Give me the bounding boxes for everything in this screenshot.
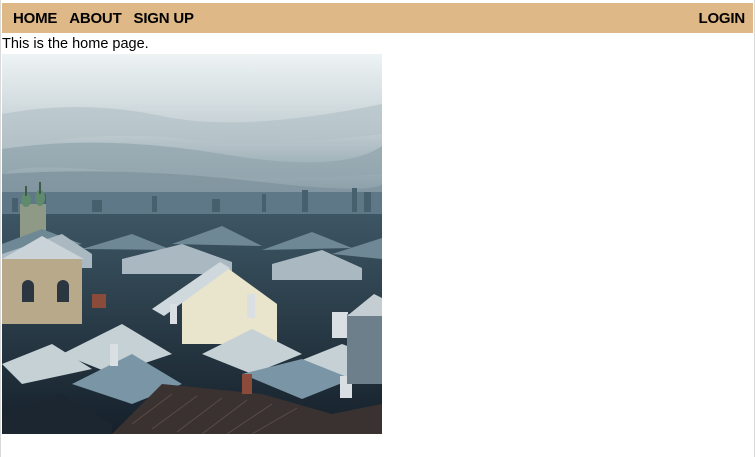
nav-left-group: HOME ABOUT SIGN UP (13, 3, 194, 33)
nav-about-link[interactable]: ABOUT (69, 10, 122, 27)
nav-login-link[interactable]: LOGIN (699, 10, 746, 27)
home-intro-text: This is the home page. (2, 36, 149, 52)
nav-right-group: LOGIN (699, 3, 746, 33)
top-navbar: HOME ABOUT SIGN UP LOGIN (2, 3, 753, 33)
nav-home-link[interactable]: HOME (13, 10, 57, 27)
home-hero-image (2, 54, 382, 434)
nav-signup-link[interactable]: SIGN UP (134, 10, 194, 27)
